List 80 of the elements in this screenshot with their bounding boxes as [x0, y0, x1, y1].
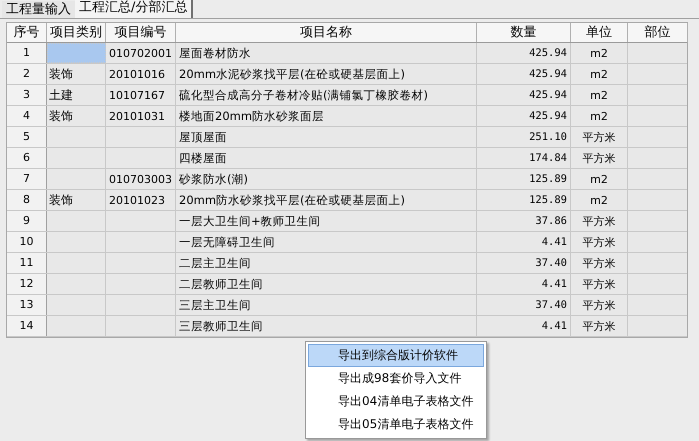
menu-item[interactable]: 导出05清单电子表格文件 [308, 413, 484, 436]
row-number: 11 [7, 253, 47, 273]
table-cell: 砂浆防水(潮) [176, 169, 477, 189]
table-cell: 37.86 [477, 211, 571, 231]
column-header[interactable]: 项目类别 [47, 23, 106, 42]
table-cell: 425.94 [477, 85, 571, 105]
table-cell: 二层主卫生间 [176, 253, 477, 273]
menu-item[interactable]: 导出成98套价导入文件 [308, 367, 484, 390]
table-cell: 20mm水泥砂浆找平层(在砼或硬基层面上) [176, 64, 477, 84]
table-cell: 三层主卫生间 [176, 295, 477, 315]
menu-item[interactable]: 导出04清单电子表格文件 [308, 390, 484, 413]
table-cell: 251.10 [477, 127, 571, 147]
row-number: 13 [7, 295, 47, 315]
category-cell[interactable]: 装饰 [47, 106, 106, 126]
table-cell: 010703003 [106, 169, 176, 189]
table-cell: 楼地面20mm防水砂浆面层 [176, 106, 477, 126]
row-number: 7 [7, 169, 47, 189]
menu-item[interactable]: 导出到综合版计价软件 [308, 344, 484, 367]
table-cell: 425.94 [477, 64, 571, 84]
table-cell: m2 [571, 43, 628, 63]
table-cell: 425.94 [477, 43, 571, 63]
table-cell: m2 [571, 169, 628, 189]
table-cell: m2 [571, 106, 628, 126]
table-cell: 20101023 [106, 190, 176, 210]
column-header[interactable]: 序号 [7, 23, 47, 42]
table-cell: 屋面卷材防水 [176, 43, 477, 63]
row-number: 5 [7, 127, 47, 147]
category-cell[interactable]: 装饰 [47, 64, 106, 84]
table-cell: 平方米 [571, 127, 628, 147]
table-cell: 一层大卫生间+教师卫生间 [176, 211, 477, 231]
table-cell: 010702001 [106, 43, 176, 63]
table-cell: 平方米 [571, 232, 628, 252]
table-cell: 37.40 [477, 253, 571, 273]
category-cell[interactable]: 装饰 [47, 190, 106, 210]
row-number: 9 [7, 211, 47, 231]
row-number: 8 [7, 190, 47, 210]
table-cell: 125.89 [477, 190, 571, 210]
row-number: 1 [7, 43, 47, 63]
table-cell: 二层教师卫生间 [176, 274, 477, 294]
table-cell: m2 [571, 64, 628, 84]
table-cell: 硫化型合成高分子卷材冷贴(满铺氯丁橡胶卷材) [176, 85, 477, 105]
table-cell: 4.41 [477, 274, 571, 294]
row-number: 3 [7, 85, 47, 105]
table-cell: 平方米 [571, 316, 628, 336]
row-number: 14 [7, 316, 47, 336]
table-cell: 37.40 [477, 295, 571, 315]
table-cell: 平方米 [571, 148, 628, 168]
table-cell: 平方米 [571, 211, 628, 231]
table-cell: 20101016 [106, 64, 176, 84]
row-number: 12 [7, 274, 47, 294]
table-cell: 平方米 [571, 274, 628, 294]
tab[interactable]: 工程汇总/分部汇总 [75, 0, 194, 18]
column-header[interactable]: 部位 [628, 23, 688, 42]
column-header[interactable]: 数量 [477, 23, 571, 42]
table-cell: 屋顶屋面 [176, 127, 477, 147]
tab[interactable]: 工程量输入 [2, 1, 75, 18]
table-cell: 174.84 [477, 148, 571, 168]
table-cell: 平方米 [571, 253, 628, 273]
table-cell: m2 [571, 190, 628, 210]
table-cell: 四楼屋面 [176, 148, 477, 168]
row-number: 2 [7, 64, 47, 84]
table-cell: 4.41 [477, 316, 571, 336]
table-cell: 125.89 [477, 169, 571, 189]
table-cell: 平方米 [571, 295, 628, 315]
table-cell: 4.41 [477, 232, 571, 252]
table-cell: m2 [571, 85, 628, 105]
table-cell: 20101031 [106, 106, 176, 126]
table-cell: 10107167 [106, 85, 176, 105]
table-cell: 一层无障碍卫生间 [176, 232, 477, 252]
row-number: 6 [7, 148, 47, 168]
table-cell: 425.94 [477, 106, 571, 126]
category-cell[interactable] [47, 43, 106, 63]
column-header[interactable]: 项目名称 [176, 23, 477, 42]
column-header[interactable]: 项目编号 [106, 23, 176, 42]
column-header[interactable]: 单位 [571, 23, 628, 42]
row-number: 10 [7, 232, 47, 252]
table-cell: 20mm防水砂浆找平层(在砼或硬基层面上) [176, 190, 477, 210]
row-number: 4 [7, 106, 47, 126]
category-cell[interactable]: 土建 [47, 85, 106, 105]
table-cell: 三层教师卫生间 [176, 316, 477, 336]
